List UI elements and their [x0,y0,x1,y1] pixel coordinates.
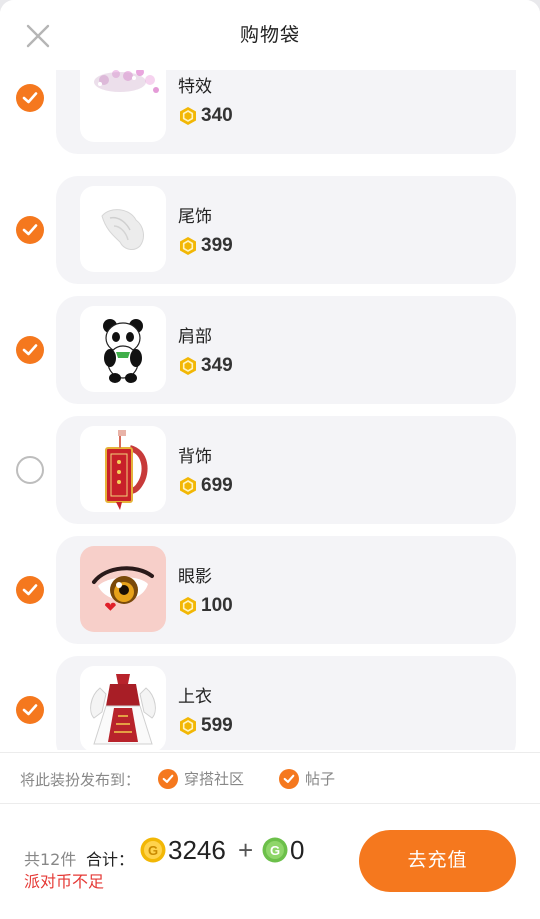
item-name: 上衣 [178,687,212,707]
insufficient-coins-warning: 派对币不足 [24,872,105,891]
share-label: 将此装扮发布到： [20,771,141,789]
item-name: 眼影 [178,567,212,587]
checkbox-unchecked-icon[interactable] [16,456,44,484]
item-card[interactable]: 尾饰 399 [56,176,516,284]
item-price: 100 [178,594,233,618]
share-option-label: 穿搭社区 [184,770,245,788]
party-coin-icon [180,477,196,495]
coin-total: 3246 [168,835,226,865]
item-price-value: 349 [201,355,233,376]
header: 购物袋 [0,0,540,70]
party-coin-icon [180,107,196,125]
share-to-bar: 将此装扮发布到： 穿搭社区 帖子 [0,752,540,804]
item-price-value: 399 [201,235,233,256]
item-name: 肩部 [178,327,212,347]
cart-item: 尾饰 399 [0,176,540,284]
anime-eye-thumbnail [80,546,166,632]
item-price-value: 599 [201,715,233,736]
cart-item: 背饰 699 [0,416,540,524]
checkbox-checked-icon[interactable] [16,336,44,364]
party-coin-icon: G [140,837,166,863]
item-name: 特效 [178,77,212,97]
plus-sign: + [238,835,254,865]
party-coin-icon [180,597,196,615]
g-coin-total: 0 [290,835,305,865]
checkbox-checked-icon[interactable] [16,576,44,604]
item-card[interactable]: 特效 340 [56,56,516,154]
item-card[interactable]: 肩部 349 [56,296,516,404]
svg-text:G: G [270,843,280,858]
party-coin-icon [180,717,196,735]
svg-text:G: G [148,843,158,858]
checkbox-checked-icon[interactable] [16,696,44,724]
cart-item: 眼影 100 [0,536,540,644]
item-name: 背饰 [178,447,212,467]
item-count: 共12件 [24,850,77,869]
red-lantern-banner-thumbnail [80,426,166,512]
item-card[interactable]: 背饰 699 [56,416,516,524]
item-card[interactable]: 上衣 599 [56,656,516,750]
white-fur-tail-thumbnail [80,186,166,272]
checkbox-checked-icon [279,768,299,789]
cart-item: 肩部 349 [0,296,540,404]
red-white-dress-thumbnail [80,666,166,750]
share-option-label: 帖子 [305,770,336,788]
item-price-value: 100 [201,595,233,616]
cart-item: 上衣 599 [0,656,540,750]
item-price: 349 [178,354,233,378]
total-label: 合计： [86,850,135,869]
page-title: 购物袋 [239,24,300,46]
item-name: 尾饰 [178,207,212,227]
cart-item-list[interactable]: 特效 340 尾饰 399 肩部 349 背饰 699 眼影 100 上衣 59… [0,56,540,750]
cart-item: 特效 340 [0,56,540,154]
checkbox-checked-icon [158,768,178,789]
recharge-button[interactable]: 去充值 [359,830,516,892]
checkout-footer: 共12件 合计： G 3246 + G 0 派对币不足 去充值 [0,805,540,919]
item-price-value: 699 [201,475,233,496]
share-option-outfit-community[interactable]: 穿搭社区 [158,768,244,789]
party-coin-icon [180,237,196,255]
item-price: 399 [178,234,233,258]
item-price: 699 [178,474,233,498]
panda-shoulder-thumbnail [80,306,166,392]
item-card[interactable]: 眼影 100 [56,536,516,644]
g-coin-icon: G [262,837,288,863]
item-price: 340 [178,104,233,128]
shopping-bag-sheet: 购物袋 特效 340 尾饰 399 肩部 349 背饰 699 眼影 100 上… [0,0,540,919]
share-option-post[interactable]: 帖子 [279,768,335,789]
party-coin-icon [180,357,196,375]
checkbox-checked-icon[interactable] [16,84,44,112]
checkbox-checked-icon[interactable] [16,216,44,244]
item-price-value: 340 [201,105,233,126]
item-price: 599 [178,714,233,738]
